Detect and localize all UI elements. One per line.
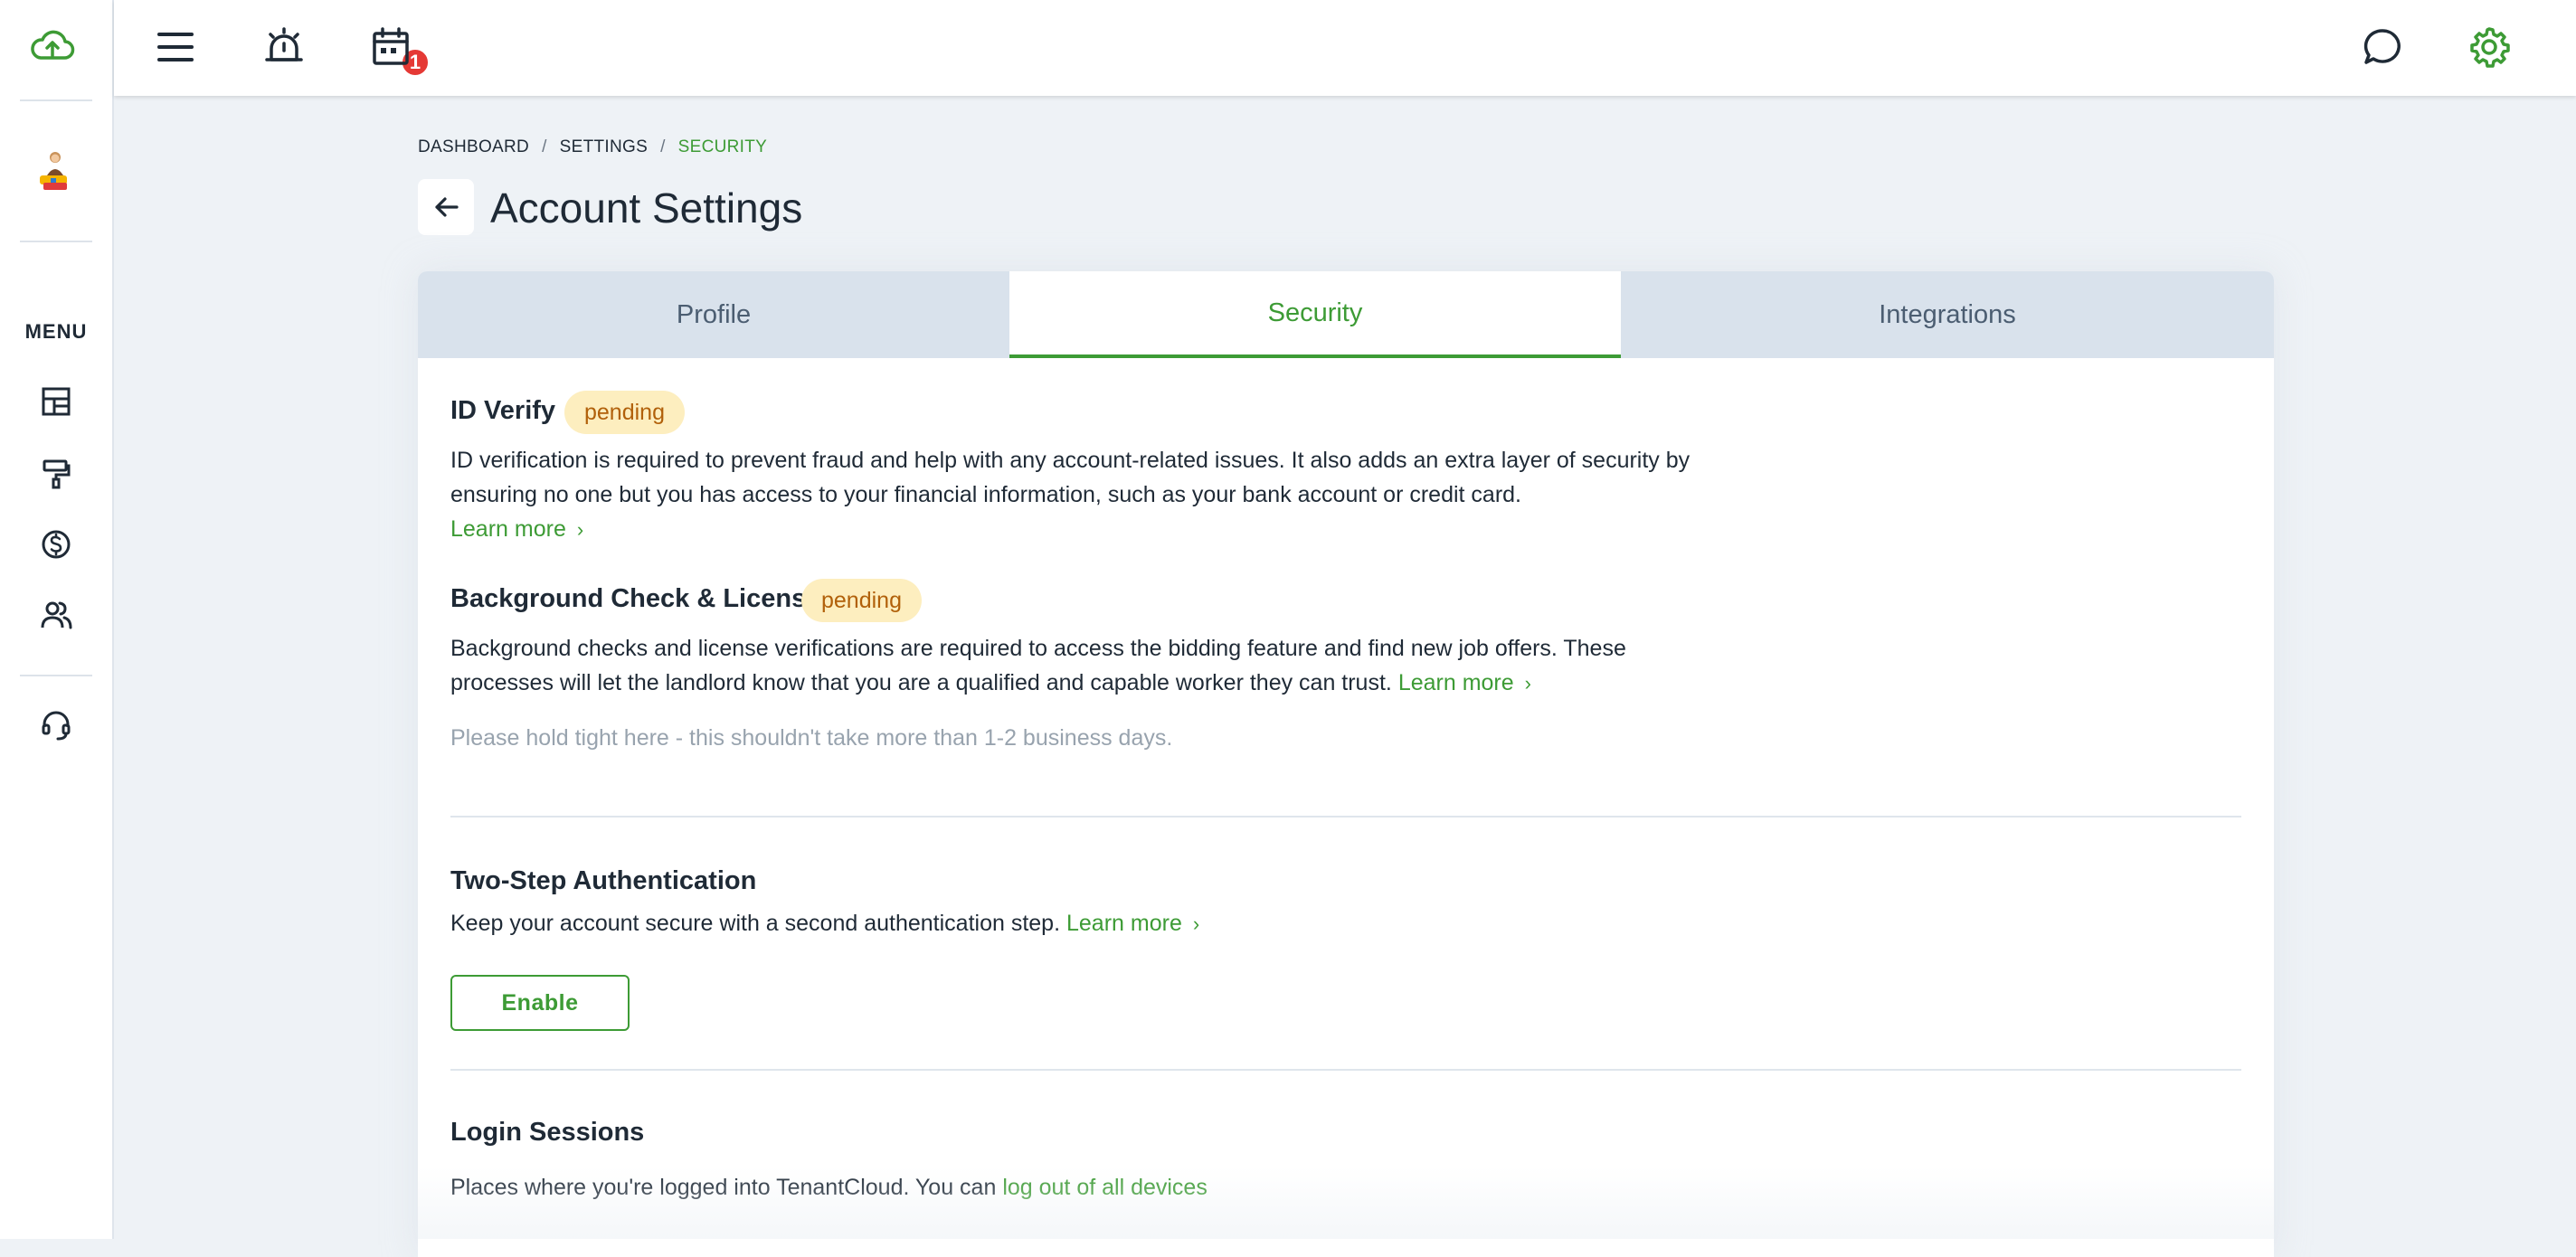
breadcrumb-dashboard[interactable]: DASHBOARD: [418, 137, 529, 157]
two-step-title: Two-Step Authentication: [450, 866, 757, 895]
background-check-note: Please hold tight here - this shouldn't …: [450, 725, 1173, 751]
id-verify-text: ID verification is required to prevent f…: [450, 448, 1690, 507]
id-verify-learn-more-link[interactable]: Learn more ›: [450, 516, 583, 542]
gear-icon[interactable]: [2467, 25, 2511, 69]
headset-icon[interactable]: [40, 709, 72, 742]
breadcrumb: DASHBOARD / SETTINGS / SECURITY: [418, 137, 767, 157]
section-divider: [450, 1069, 2241, 1071]
paint-roller-icon[interactable]: [40, 458, 72, 490]
login-sessions-title: Login Sessions: [450, 1118, 645, 1147]
section-divider: [450, 816, 2241, 818]
breadcrumb-separator: /: [660, 137, 666, 156]
back-button[interactable]: [418, 179, 474, 235]
chevron-right-icon: ›: [1524, 672, 1531, 695]
enable-button[interactable]: Enable: [450, 975, 630, 1031]
top-bar: 1: [114, 0, 2576, 96]
learn-more-label: Learn more: [1066, 911, 1182, 936]
tab-bar: Profile Security Integrations: [418, 271, 2274, 358]
two-step-learn-more-link[interactable]: Learn more ›: [1066, 911, 1199, 936]
breadcrumb-settings[interactable]: SETTINGS: [560, 137, 648, 157]
two-step-text: Keep your account secure with a second a…: [450, 911, 1061, 936]
logout-all-devices-link[interactable]: log out of all devices: [1002, 1175, 1208, 1200]
page-title: Account Settings: [490, 184, 803, 232]
left-sidebar: MENU: [0, 0, 114, 1239]
settings-card: Profile Security Integrations ID Verify …: [418, 271, 2274, 1257]
dollar-circle-icon[interactable]: [40, 528, 72, 561]
id-verify-title: ID Verify: [450, 396, 556, 425]
chevron-right-icon: ›: [576, 518, 584, 541]
calendar-icon[interactable]: [369, 25, 412, 69]
breadcrumb-separator: /: [542, 137, 547, 156]
sidebar-divider: [20, 675, 92, 676]
chat-icon[interactable]: [2361, 25, 2404, 69]
cloud-upload-icon[interactable]: [30, 29, 75, 63]
arrow-left-icon: [435, 197, 459, 217]
id-verify-description: ID verification is required to prevent f…: [450, 443, 1717, 547]
login-sessions-text: Places where you're logged into TenantCl…: [450, 1175, 997, 1200]
two-step-description: Keep your account secure with a second a…: [450, 906, 1898, 941]
tab-security[interactable]: Security: [1009, 271, 1621, 358]
status-badge: pending: [801, 579, 922, 622]
learn-more-label: Learn more: [450, 516, 566, 542]
alarm-icon[interactable]: [262, 25, 306, 69]
tab-integrations[interactable]: Integrations: [1621, 271, 2274, 358]
chevron-right-icon: ›: [1192, 912, 1200, 935]
avatar[interactable]: [31, 148, 78, 199]
background-check-description: Background checks and license verificati…: [450, 631, 1717, 701]
tab-profile[interactable]: Profile: [418, 271, 1009, 358]
background-check-title: Background Check & License: [450, 584, 821, 613]
users-icon[interactable]: [40, 599, 72, 631]
hamburger-icon[interactable]: [154, 25, 197, 69]
menu-label: MENU: [24, 320, 88, 343]
breadcrumb-security: SECURITY: [677, 137, 768, 156]
sidebar-divider: [20, 241, 92, 242]
login-sessions-description: Places where you're logged into TenantCl…: [450, 1170, 1898, 1205]
status-badge: pending: [564, 391, 685, 434]
sidebar-divider: [20, 99, 92, 101]
learn-more-label: Learn more: [1397, 670, 1514, 695]
dashboard-icon[interactable]: [40, 385, 72, 418]
background-check-learn-more-link[interactable]: Learn more ›: [1398, 670, 1531, 695]
